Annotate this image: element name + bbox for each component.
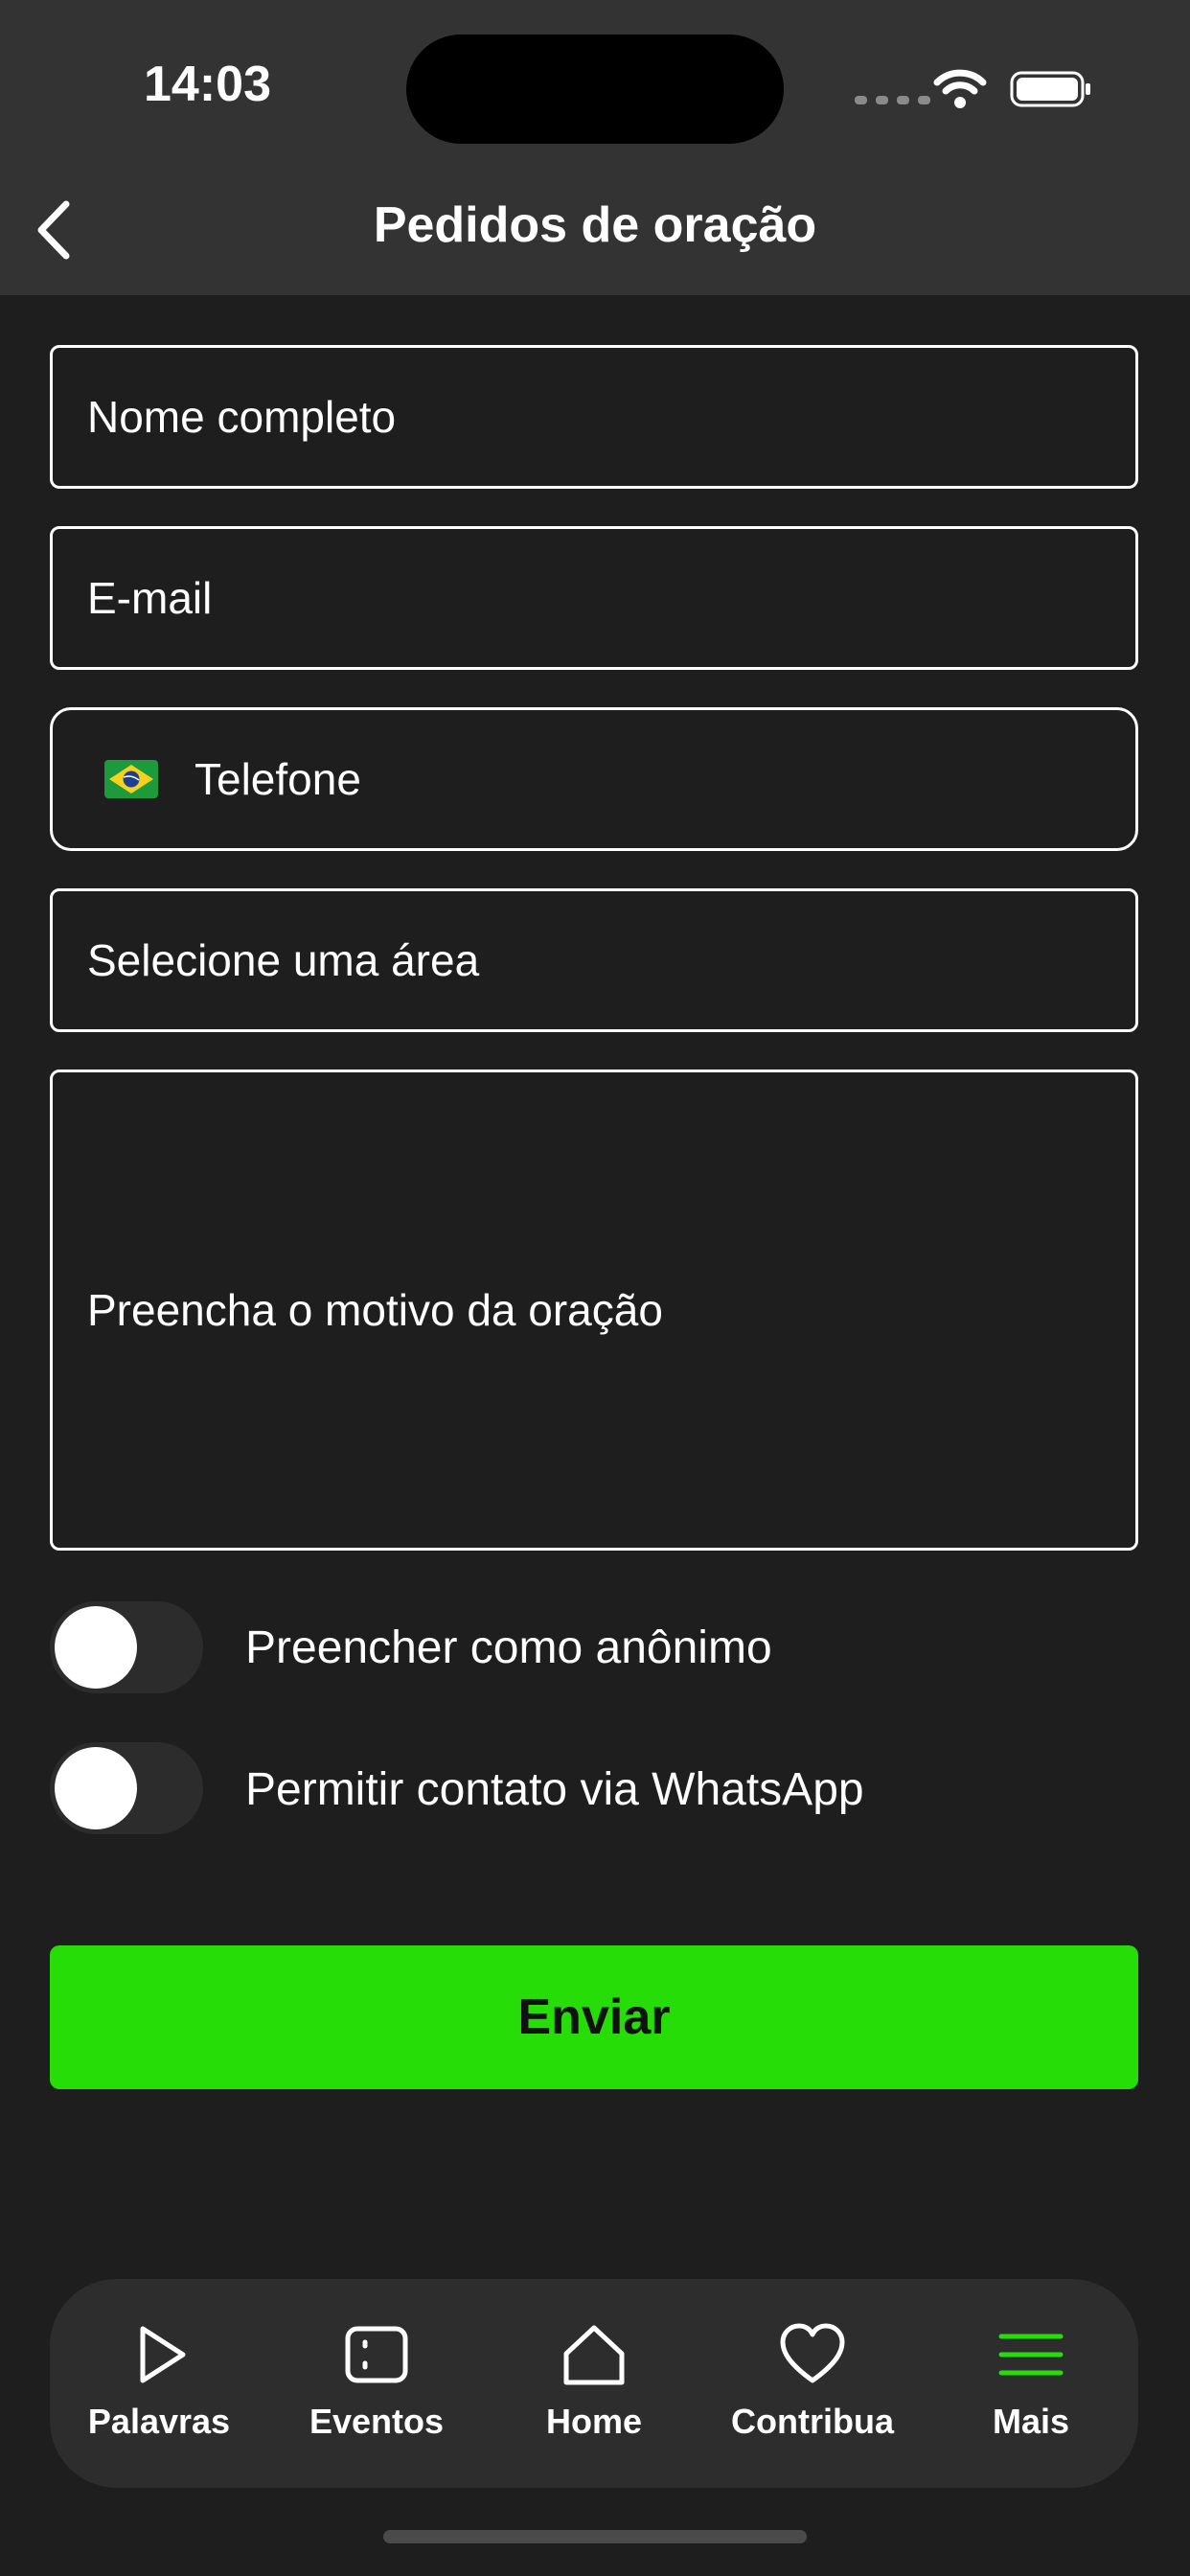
area-placeholder: Selecione uma área bbox=[87, 935, 480, 985]
tab-label: Palavras bbox=[87, 2402, 231, 2441]
email-placeholder: E-mail bbox=[87, 573, 213, 623]
page-title: Pedidos de oração bbox=[373, 197, 817, 253]
toggle-knob bbox=[55, 1747, 137, 1829]
phone-field[interactable]: Telefone bbox=[50, 707, 1138, 851]
tab-palavras[interactable]: Palavras bbox=[63, 2279, 255, 2488]
area-select[interactable]: Selecione uma área bbox=[50, 888, 1138, 1032]
anonymous-toggle-label: Preencher como anônimo bbox=[245, 1622, 772, 1673]
submit-button[interactable]: Enviar bbox=[50, 1945, 1138, 2089]
heart-icon bbox=[780, 2323, 845, 2383]
reason-placeholder: Preencha o motivo da oração bbox=[87, 1285, 663, 1335]
tab-label: Contribua bbox=[731, 2402, 894, 2441]
bottom-tab-bar: Palavras Eventos Home Contribua Mais bbox=[50, 2279, 1138, 2488]
tab-mais[interactable]: Mais bbox=[935, 2279, 1127, 2488]
calendar-icon bbox=[345, 2326, 408, 2383]
menu-icon bbox=[998, 2334, 1064, 2376]
status-time: 14:03 bbox=[144, 57, 271, 112]
tab-label: Home bbox=[545, 2402, 643, 2441]
email-field[interactable]: E-mail bbox=[50, 526, 1138, 670]
tab-label: Mais bbox=[992, 2402, 1070, 2441]
whatsapp-toggle[interactable] bbox=[50, 1742, 203, 1834]
brazil-flag-icon[interactable] bbox=[104, 760, 158, 798]
phone-placeholder: Telefone bbox=[195, 754, 361, 804]
tab-home[interactable]: Home bbox=[498, 2279, 690, 2488]
home-icon bbox=[563, 2325, 625, 2385]
tab-contribua[interactable]: Contribua bbox=[717, 2279, 908, 2488]
wifi-icon bbox=[933, 69, 987, 108]
header-bar: 14:03 Pedidos de oração bbox=[0, 0, 1190, 295]
dynamic-island bbox=[406, 34, 784, 144]
reason-textarea[interactable]: Preencha o motivo da oração bbox=[50, 1070, 1138, 1551]
battery-icon bbox=[1010, 71, 1090, 107]
tab-label: Eventos bbox=[309, 2402, 445, 2441]
tab-eventos[interactable]: Eventos bbox=[281, 2279, 472, 2488]
toggle-knob bbox=[55, 1606, 137, 1689]
play-icon bbox=[140, 2326, 186, 2383]
anonymous-toggle[interactable] bbox=[50, 1601, 203, 1693]
name-field[interactable]: Nome completo bbox=[50, 345, 1138, 489]
signal-icon bbox=[855, 96, 930, 104]
whatsapp-toggle-label: Permitir contato via WhatsApp bbox=[245, 1764, 864, 1815]
name-placeholder: Nome completo bbox=[87, 392, 397, 442]
home-indicator bbox=[383, 2530, 807, 2543]
